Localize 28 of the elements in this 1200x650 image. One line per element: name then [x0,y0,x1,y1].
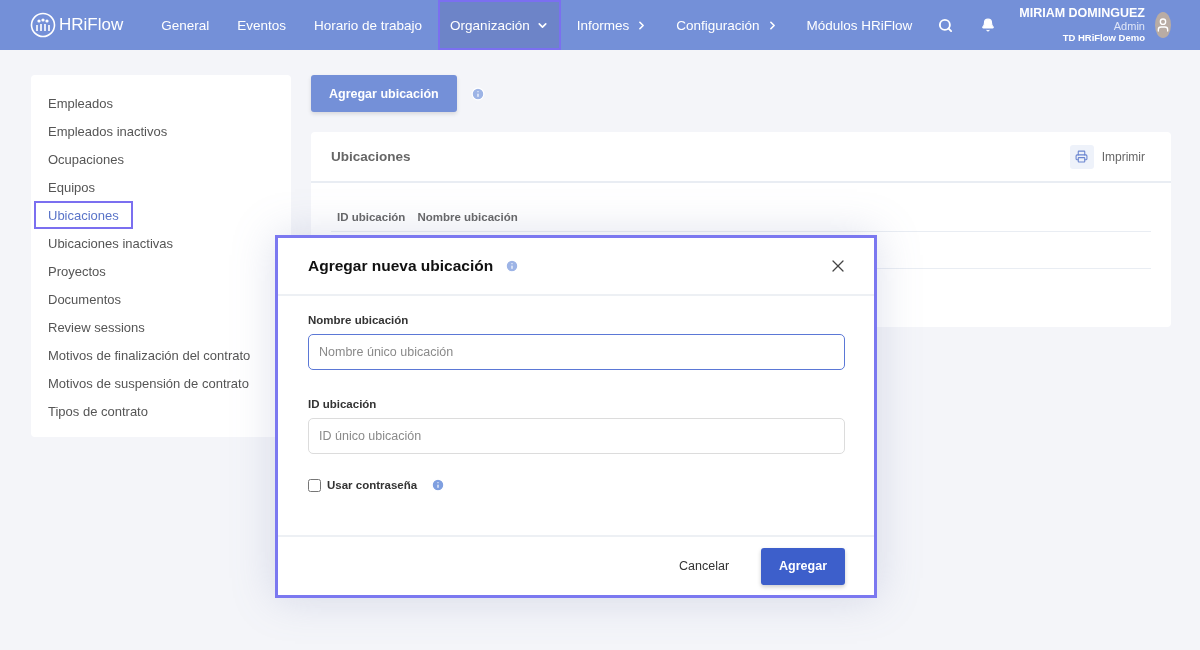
user-role: Admin [1113,20,1145,34]
print-button[interactable]: Imprimir [1063,143,1151,170]
sidebar-item[interactable]: Ubicaciones [34,201,133,229]
sidebar-item[interactable]: Equipos [34,173,109,201]
company-name: TD HRiFlow Demo [1062,33,1145,44]
sidebar-item[interactable]: Empleados [34,89,128,117]
sidebar-item[interactable]: Documentos [34,285,135,313]
card-title: Ubicaciones [331,149,411,164]
sidebar-item[interactable]: Review sessions [34,313,159,341]
checkbox-label: Usar contraseña [327,479,418,491]
input-field[interactable]: Nombre único ubicación [308,334,845,370]
column-header: Nombre ubicación [417,211,518,223]
sidebar-item[interactable]: Ubicaciones inactivas [34,229,187,257]
sidebar-item[interactable]: Motivos de suspensión de contrato [34,369,263,397]
column-header: ID ubicación [337,211,406,223]
sidebar-item[interactable]: Motivos de finalización del contrato [34,341,265,369]
logo-text: HRiFlow [59,15,124,35]
sidebar-item[interactable]: Tipos de contrato [34,397,162,425]
field-label: Nombre ubicación [308,314,410,326]
cancel-button[interactable]: Cancelar [673,558,736,574]
dialog-title: Agregar nueva ubicación [308,257,494,275]
nav-item[interactable]: Organización [438,0,561,50]
user-name: MIRIAM DOMINGUEZ [1019,6,1145,21]
sidebar-item[interactable]: Empleados inactivos [34,117,182,145]
submit-button[interactable]: Agregar [761,547,845,585]
sidebar-item[interactable]: Ocupaciones [34,145,138,173]
field-label: ID ubicación [308,398,378,410]
sidebar-item[interactable]: Proyectos [34,257,120,285]
